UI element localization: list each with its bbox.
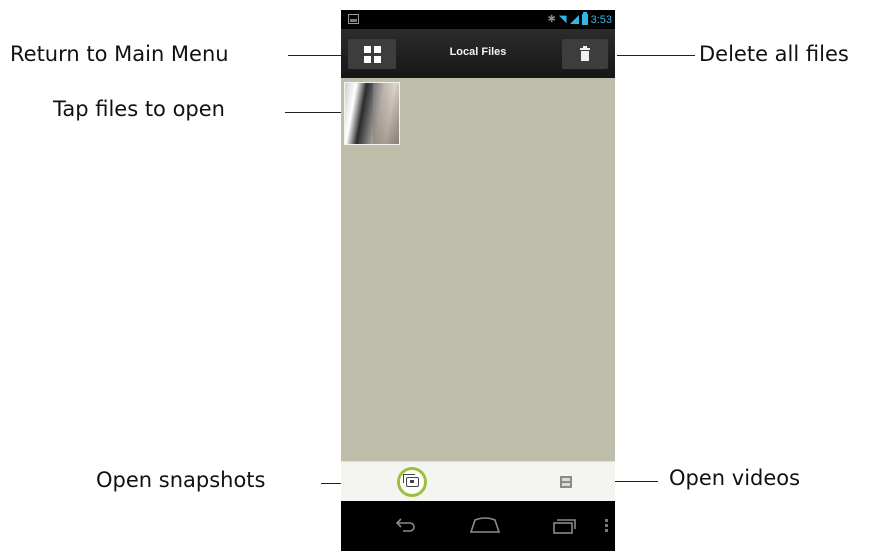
callout-delete-all: Delete all files	[699, 42, 849, 66]
overflow-menu-icon[interactable]	[605, 519, 608, 532]
home-icon[interactable]	[469, 517, 501, 533]
system-nav-bar	[341, 501, 615, 551]
wifi-icon: ◥	[558, 14, 567, 25]
snapshots-icon	[403, 474, 419, 487]
recent-apps-icon[interactable]	[552, 516, 576, 534]
battery-icon	[581, 12, 588, 25]
phone-screen: ✱ ◥ 3:53 Local Files	[341, 10, 615, 551]
status-icons: ✱ ◥ 3:53	[547, 12, 612, 27]
status-time: 3:53	[590, 13, 612, 26]
signal-icon	[569, 15, 579, 24]
callout-return-main-menu: Return to Main Menu	[10, 42, 229, 66]
file-thumbnail[interactable]	[344, 82, 400, 145]
callout-open-videos: Open videos	[669, 466, 801, 490]
action-bar: Local Files	[341, 29, 615, 78]
videos-button[interactable]	[559, 475, 573, 489]
trash-icon	[580, 46, 590, 61]
callout-tap-files: Tap files to open	[53, 97, 225, 121]
leader-line-main-menu	[288, 55, 346, 56]
status-bar: ✱ ◥ 3:53	[341, 10, 615, 29]
bluetooth-icon: ✱	[547, 14, 556, 25]
notification-icon	[348, 14, 359, 24]
leader-line-tap-files	[285, 112, 347, 113]
back-icon[interactable]	[395, 518, 417, 532]
callout-open-snapshots: Open snapshots	[96, 468, 266, 492]
video-icon	[560, 476, 572, 488]
bottom-tab-bar	[341, 461, 615, 502]
delete-all-button[interactable]	[562, 39, 608, 69]
leader-line-delete	[617, 55, 695, 56]
snapshots-button[interactable]	[397, 467, 427, 497]
